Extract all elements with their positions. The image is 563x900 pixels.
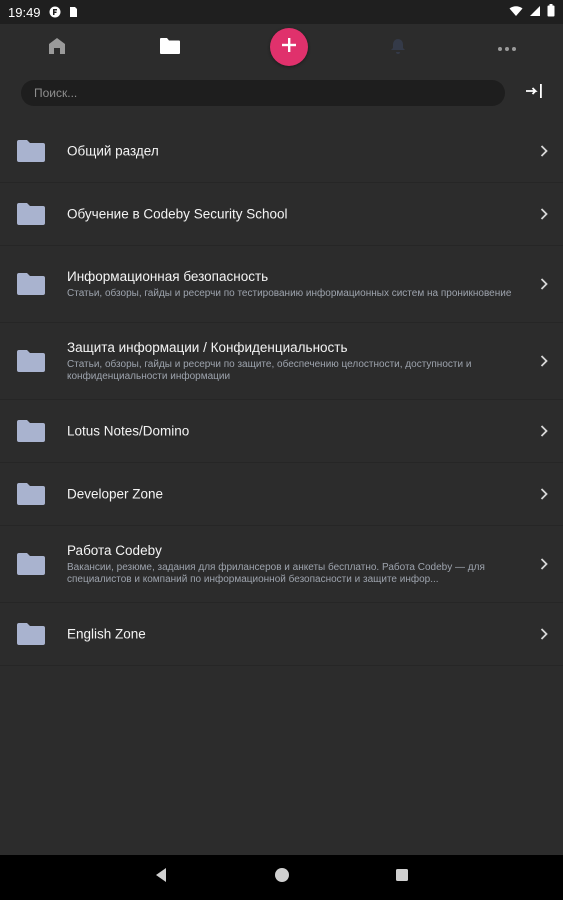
forum-title: Работа Codeby — [67, 543, 162, 558]
recents-icon — [395, 868, 409, 887]
folder-icon — [16, 419, 46, 443]
bell-icon — [389, 37, 407, 60]
notifications-nav-button[interactable] — [374, 24, 422, 72]
chevron-right-icon — [539, 424, 549, 438]
forum-text: Защита информации / Конфиденциальность С… — [67, 339, 533, 383]
back-button[interactable] — [137, 855, 185, 900]
forum-description: Вакансии, резюме, задания для фрилансеро… — [67, 562, 485, 585]
create-button[interactable] — [270, 28, 308, 66]
forum-list: Общий раздел Обучение в Codeby Security … — [0, 120, 563, 666]
folder-icon — [16, 272, 46, 296]
plus-icon — [280, 36, 298, 59]
signal-icon — [529, 5, 541, 20]
forum-text: Lotus Notes/Domino — [67, 423, 533, 440]
status-time: 19:49 — [8, 4, 41, 20]
system-navigation-bar — [0, 855, 563, 900]
forums-nav-button[interactable] — [146, 24, 194, 72]
app-notification-icon — [49, 6, 61, 18]
chevron-right-icon — [539, 207, 549, 221]
forum-title: Developer Zone — [67, 486, 164, 502]
folder-icon — [16, 139, 46, 163]
folder-icon — [16, 552, 46, 576]
forum-row[interactable]: Защита информации / Конфиденциальность С… — [0, 323, 563, 400]
forum-text: Работа Codeby Вакансии, резюме, задания … — [67, 542, 533, 586]
status-bar: 19:49 — [0, 0, 563, 24]
search-row — [0, 78, 563, 108]
forum-title: English Zone — [67, 626, 146, 642]
folder-icon — [16, 622, 46, 646]
forum-row[interactable]: Работа Codeby Вакансии, резюме, задания … — [0, 526, 563, 603]
forum-description: Статьи, обзоры, гайды и ресерчи по тести… — [67, 288, 512, 299]
chevron-right-icon — [539, 487, 549, 501]
more-nav-button[interactable] — [483, 24, 531, 72]
forum-row[interactable]: Информационная безопасность Статьи, обзо… — [0, 246, 563, 323]
wifi-icon — [509, 5, 523, 20]
forum-title: Lotus Notes/Domino — [67, 423, 190, 439]
top-navigation — [0, 24, 563, 72]
home-system-button[interactable] — [258, 855, 306, 900]
login-icon — [525, 83, 543, 104]
forum-title: Защита информации / Конфиденциальность — [67, 340, 348, 355]
chevron-right-icon — [539, 277, 549, 291]
forum-title: Общий раздел — [67, 143, 159, 159]
battery-icon — [547, 4, 555, 20]
home-nav-button[interactable] — [33, 24, 81, 72]
folder-icon — [16, 202, 46, 226]
forum-row[interactable]: English Zone — [0, 603, 563, 666]
back-icon — [154, 867, 168, 888]
folder-icon — [16, 349, 46, 373]
forum-text: Обучение в Codeby Security School — [67, 206, 533, 223]
forum-text: Общий раздел — [67, 143, 533, 160]
login-button[interactable] — [520, 80, 548, 106]
forum-row[interactable]: Lotus Notes/Domino — [0, 400, 563, 463]
chevron-right-icon — [539, 627, 549, 641]
forum-text: English Zone — [67, 626, 533, 643]
forum-row[interactable]: Developer Zone — [0, 463, 563, 526]
forum-text: Developer Zone — [67, 486, 533, 503]
chevron-right-icon — [539, 144, 549, 158]
chevron-right-icon — [539, 354, 549, 368]
home-circle-icon — [274, 867, 290, 888]
forum-description: Статьи, обзоры, гайды и ресерчи по защит… — [67, 359, 472, 382]
forum-row[interactable]: Общий раздел — [0, 120, 563, 183]
forum-row[interactable]: Обучение в Codeby Security School — [0, 183, 563, 246]
forum-title: Обучение в Codeby Security School — [67, 206, 288, 222]
forum-title: Информационная безопасность — [67, 269, 269, 284]
sd-card-icon — [67, 6, 79, 18]
recents-button[interactable] — [378, 855, 426, 900]
more-icon — [497, 39, 517, 57]
folder-icon — [16, 482, 46, 506]
search-input[interactable] — [21, 80, 505, 106]
chevron-right-icon — [539, 557, 549, 571]
folder-icon — [159, 37, 181, 60]
home-icon — [47, 36, 67, 61]
forum-text: Информационная безопасность Статьи, обзо… — [67, 268, 533, 300]
